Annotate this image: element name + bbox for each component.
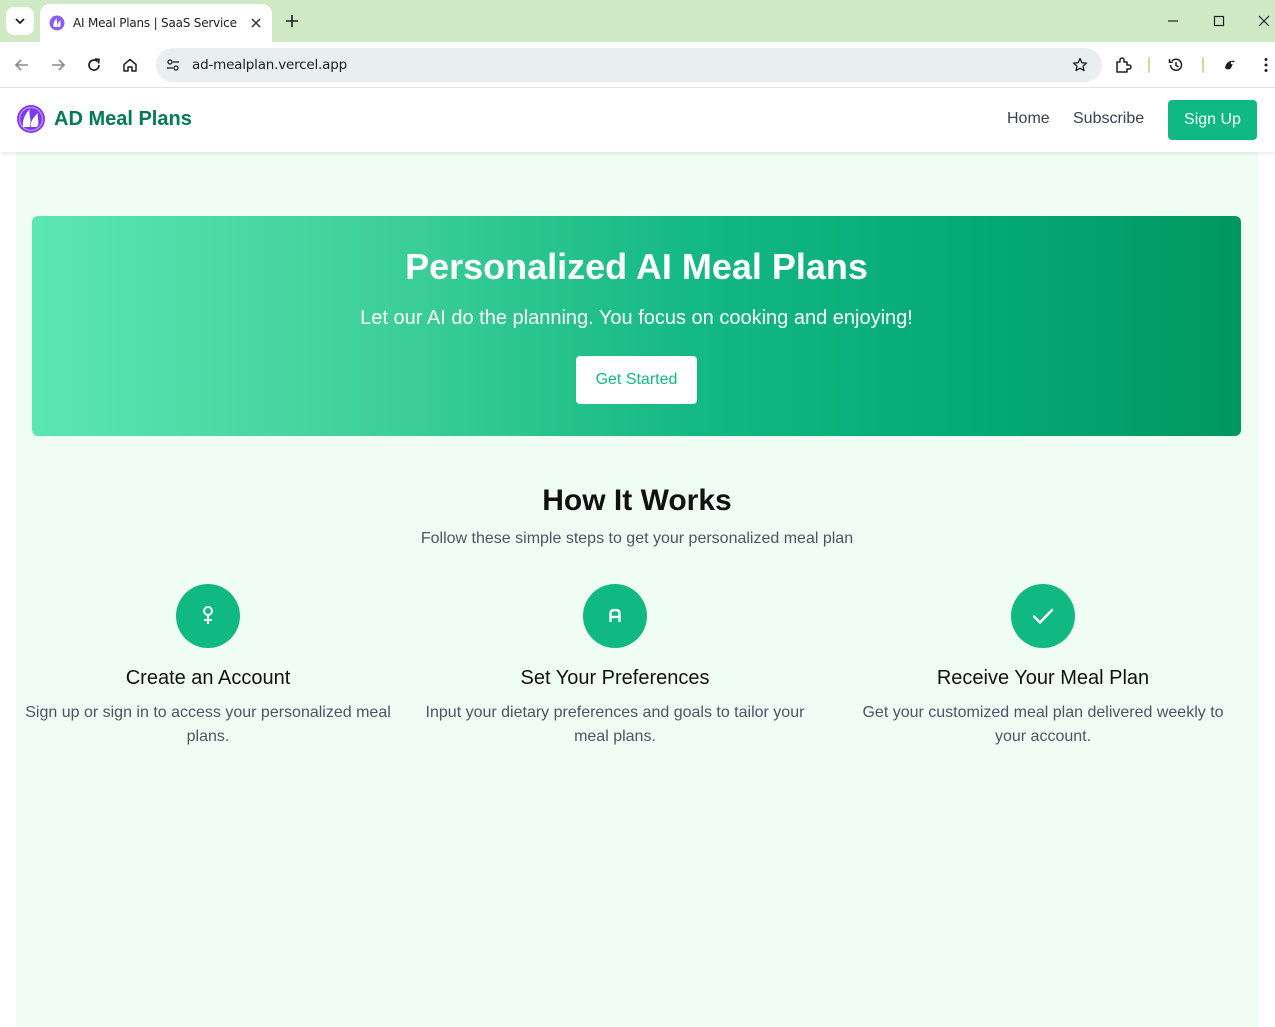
- close-window-button[interactable]: [1251, 8, 1275, 34]
- back-button[interactable]: [8, 51, 36, 79]
- arrow-right-icon: [52, 59, 66, 71]
- minimize-icon: [1168, 20, 1178, 22]
- favicon-icon: [49, 15, 65, 31]
- get-started-button[interactable]: Get Started: [576, 356, 697, 404]
- address-bar[interactable]: ad-mealplan.vercel.app: [156, 48, 1102, 82]
- bookmark-star-icon[interactable]: [1066, 51, 1094, 79]
- site-header: AD Meal Plans Home Subscribe Sign Up: [0, 88, 1275, 152]
- site-info-icon[interactable]: [160, 52, 186, 78]
- close-icon: [1258, 15, 1270, 27]
- home-button[interactable]: [116, 51, 144, 79]
- browser-tab[interactable]: AI Meal Plans | SaaS Service: [40, 4, 272, 42]
- sign-up-button[interactable]: Sign Up: [1168, 100, 1257, 140]
- reload-icon: [88, 58, 100, 71]
- history-icon[interactable]: [1162, 51, 1190, 79]
- nav-home-link[interactable]: Home: [1007, 110, 1050, 128]
- toolbar-divider: [1148, 57, 1150, 73]
- maximize-icon: [1213, 15, 1225, 27]
- step-title: Set Your Preferences: [520, 667, 710, 689]
- logo-icon: [17, 105, 45, 133]
- preferences-icon: [583, 584, 647, 648]
- step-title: Receive Your Meal Plan: [936, 667, 1150, 689]
- plus-icon: [286, 15, 298, 27]
- arrow-left-icon: [14, 59, 28, 71]
- toolbar-divider: [1202, 57, 1204, 73]
- tab-close-icon[interactable]: [247, 14, 265, 32]
- step-title: Create an Account: [125, 667, 291, 689]
- new-tab-button[interactable]: [280, 9, 304, 33]
- step-description: Get your customized meal plan delivered …: [862, 704, 1224, 745]
- reload-button[interactable]: [80, 51, 108, 79]
- main-content: Personalized AI Meal Plans Let our AI do…: [16, 152, 1258, 1027]
- maximize-button[interactable]: [1206, 8, 1232, 34]
- nav-subscribe-link[interactable]: Subscribe: [1073, 110, 1144, 128]
- hero-title: Personalized AI Meal Plans: [405, 246, 868, 287]
- chevron-down-icon: [15, 18, 25, 25]
- step-card: Create an Account Sign up or sign in to …: [18, 584, 398, 749]
- profile-avatar-icon[interactable]: [1216, 51, 1244, 79]
- step-card: Receive Your Meal Plan Get your customiz…: [853, 584, 1233, 749]
- extensions-icon[interactable]: [1109, 51, 1137, 79]
- user-icon: [176, 584, 240, 648]
- minimize-button[interactable]: [1160, 8, 1186, 34]
- tab-search-button[interactable]: [6, 7, 34, 35]
- step-description: Sign up or sign in to access your person…: [25, 704, 391, 745]
- home-icon: [123, 58, 137, 72]
- browser-tab-bar: AI Meal Plans | SaaS Service: [0, 0, 1275, 42]
- hero-subtitle: Let our AI do the planning. You focus on…: [360, 307, 913, 329]
- tab-title: AI Meal Plans | SaaS Service: [73, 16, 237, 30]
- brand-name: AD Meal Plans: [54, 107, 192, 130]
- how-it-works-subtitle: Follow these simple steps to get your pe…: [420, 530, 854, 547]
- browser-menu-icon[interactable]: [1252, 51, 1275, 79]
- url-text[interactable]: ad-mealplan.vercel.app: [192, 57, 1066, 73]
- browser-toolbar: ad-mealplan.vercel.app: [0, 42, 1275, 88]
- web-page: AD Meal Plans Home Subscribe Sign Up Per…: [0, 88, 1275, 1027]
- step-card: Set Your Preferences Input your dietary …: [425, 584, 805, 749]
- forward-button[interactable]: [44, 51, 72, 79]
- brand[interactable]: AD Meal Plans: [16, 104, 192, 134]
- hero-banner: Personalized AI Meal Plans Let our AI do…: [32, 216, 1241, 436]
- check-icon: [1011, 584, 1075, 648]
- how-it-works-title: How It Works: [542, 484, 732, 517]
- step-description: Input your dietary preferences and goals…: [425, 704, 805, 745]
